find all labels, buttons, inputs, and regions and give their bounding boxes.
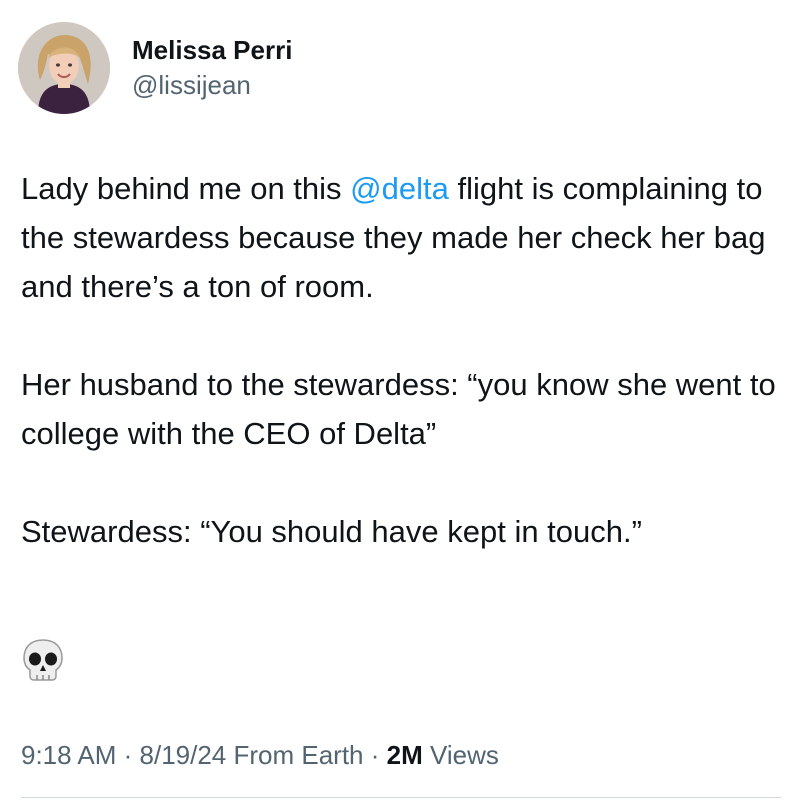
tweet-paragraph-1: Lady behind me on this @delta flight is … [21, 164, 781, 311]
tweet-date[interactable]: 8/19/24 [140, 740, 227, 770]
author-names: Melissa Perri @lissijean [132, 35, 292, 101]
author-display-name[interactable]: Melissa Perri [132, 35, 292, 65]
tweet-paragraph-2: Her husband to the stewardess: “you know… [21, 367, 776, 451]
tweet-text-segment: Lady behind me on this [21, 171, 351, 206]
tweet-paragraph-3: Stewardess: “You should have kept in tou… [21, 514, 642, 549]
meta-separator: · [363, 740, 387, 770]
author-handle[interactable]: @lissijean [132, 69, 292, 101]
profile-photo-icon [18, 22, 110, 114]
meta-separator: · [116, 740, 140, 770]
tweet-meta: 9:18 AM · 8/19/24 From Earth · 2M Views [21, 738, 499, 772]
tweet-source: From Earth [226, 740, 364, 770]
divider [21, 797, 781, 798]
mention-link[interactable]: @delta [350, 171, 449, 206]
avatar[interactable] [18, 22, 110, 114]
skull-icon [23, 639, 63, 681]
tweet-header: Melissa Perri @lissijean [18, 22, 292, 114]
views-count[interactable]: 2M [387, 740, 423, 770]
tweet-text: Lady behind me on this @delta flight is … [21, 164, 781, 556]
tweet-time[interactable]: 9:18 AM [21, 740, 116, 770]
views-label: Views [422, 740, 499, 770]
